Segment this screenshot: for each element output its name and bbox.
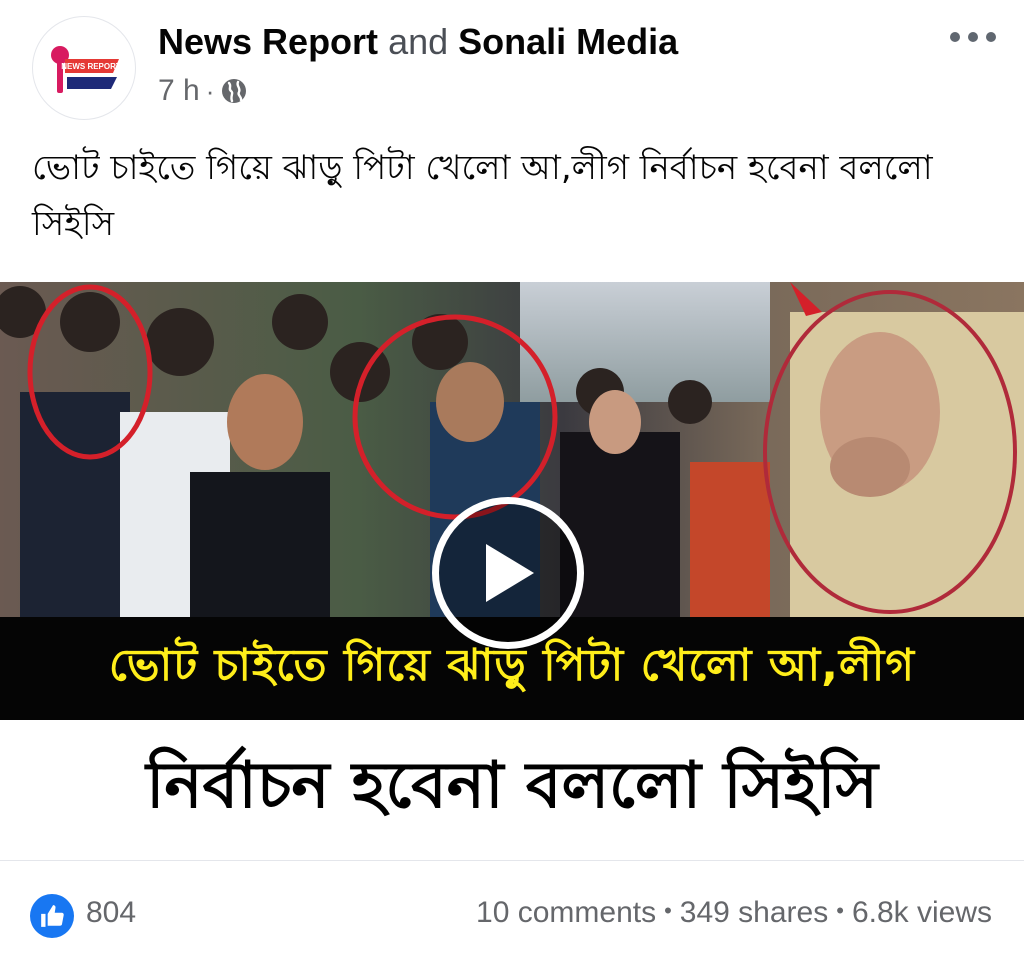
- post-meta: 7 h ·: [158, 74, 248, 108]
- more-dot: [950, 32, 960, 42]
- post-engagement-bar: 804 10 comments • 349 shares • 6.8k views: [0, 884, 1024, 944]
- play-icon: [486, 544, 534, 602]
- meta-separator: ·: [205, 75, 215, 106]
- more-dot: [968, 32, 978, 42]
- news-report-logo: NEWS REPORT: [34, 18, 134, 118]
- comments-count[interactable]: 10 comments: [476, 896, 656, 929]
- post-timestamp[interactable]: 7 h: [158, 74, 200, 108]
- more-options-icon[interactable]: [950, 22, 996, 52]
- reaction-count[interactable]: 804: [86, 896, 136, 930]
- more-dot: [986, 32, 996, 42]
- thumbs-up-icon: [41, 905, 64, 927]
- headline-line-2: নির্বাচন হবেনা বললো সিইসি: [146, 748, 878, 823]
- page-avatar[interactable]: NEWS REPORT: [32, 16, 136, 120]
- post-authors: News Report and Sonali Media: [158, 20, 678, 64]
- views-count: 6.8k views: [851, 896, 992, 929]
- post-header: NEWS REPORT News Report and Sonali Media…: [0, 0, 1024, 130]
- video-player[interactable]: ভোট চাইতে গিয়ে ঝাড়ু পিটা খেলো আ,লীগ নি…: [0, 282, 1024, 860]
- like-icon[interactable]: [30, 894, 74, 938]
- post-caption: ভোট চাইতে গিয়ে ঝাড়ু পিটা খেলো আ,লীগ নি…: [32, 148, 933, 244]
- author-primary-link[interactable]: News Report: [158, 21, 378, 62]
- headline-band-2: নির্বাচন হবেনা বললো সিইসি: [0, 720, 1024, 860]
- post-stats: 10 comments • 349 shares • 6.8k views: [476, 896, 992, 930]
- play-button[interactable]: [432, 497, 584, 649]
- author-secondary-link[interactable]: Sonali Media: [458, 21, 678, 62]
- stats-separator: •: [836, 898, 844, 923]
- logo-text: NEWS REPORT: [61, 62, 121, 71]
- shares-count[interactable]: 349 shares: [680, 896, 828, 929]
- globe-icon: [222, 79, 247, 103]
- footer-divider: [0, 860, 1024, 861]
- stats-separator: •: [664, 898, 672, 923]
- author-joiner: and: [388, 21, 449, 62]
